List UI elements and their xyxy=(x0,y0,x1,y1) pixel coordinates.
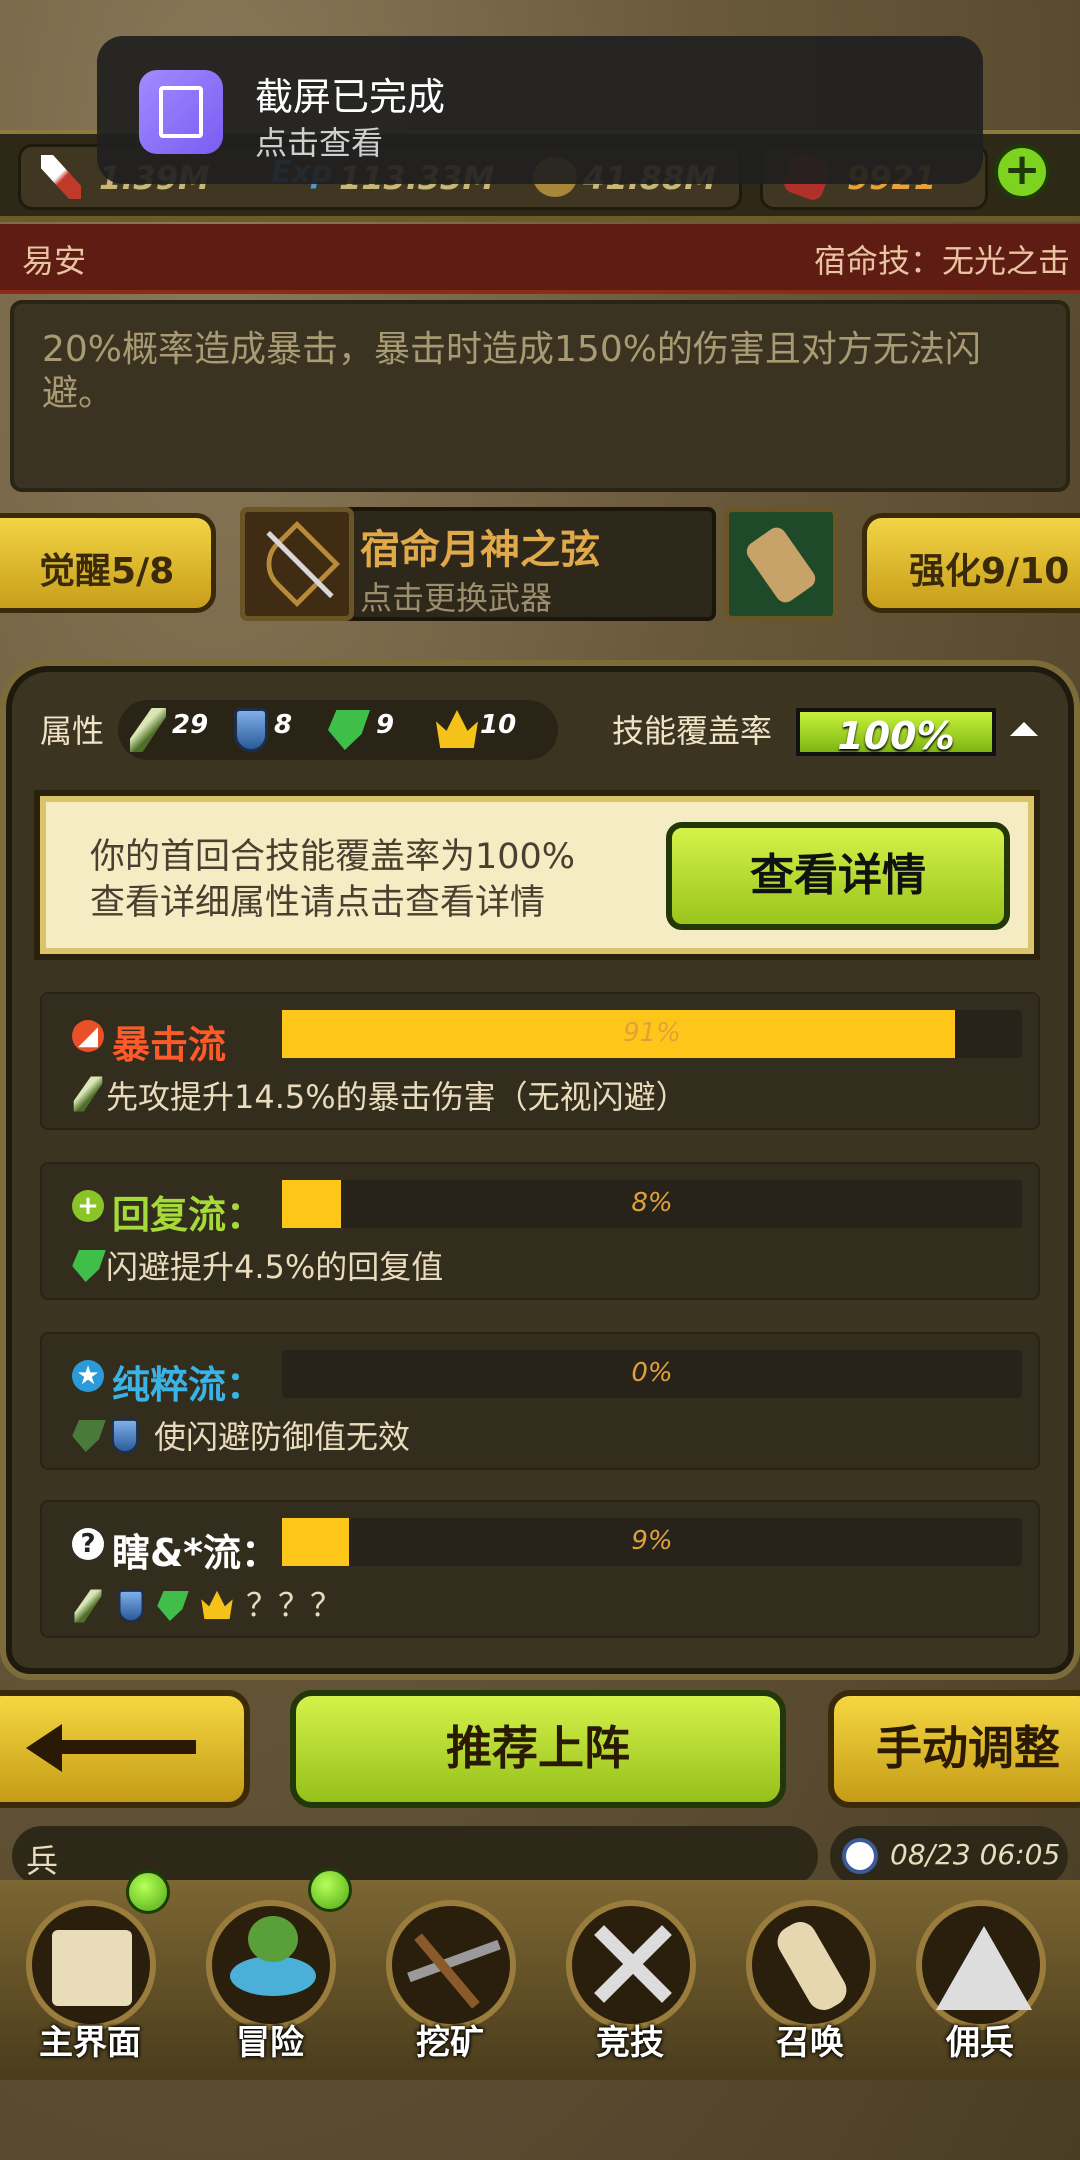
crown-icon xyxy=(201,1590,233,1620)
flow-title: 回复流： xyxy=(112,1193,265,1237)
bottom-nav: 主界面 冒险 挖矿 竞技 召唤 佣兵 xyxy=(0,1868,1080,2080)
flow-bar: 0% xyxy=(282,1350,1022,1398)
add-gems-button[interactable]: + xyxy=(994,144,1050,200)
notification-badge xyxy=(308,1868,352,1912)
hero-name: 易安 xyxy=(22,242,87,280)
notification-badge xyxy=(126,1870,170,1914)
flow-mystery: ? 瞎&*流： 9% ？？？ xyxy=(40,1500,1040,1638)
attributes-label: 属性 xyxy=(40,712,105,750)
tent-icon xyxy=(916,1900,1046,2030)
nav-main[interactable]: 主界面 xyxy=(10,1870,170,2070)
attr-gem: 9 xyxy=(376,710,395,740)
flow-percent: 0% xyxy=(631,1358,673,1388)
flow-title: 纯粹流： xyxy=(112,1363,265,1407)
flow-bar: 91% xyxy=(282,1010,1022,1058)
coverage-label: 技能覆盖率 xyxy=(612,712,773,750)
gem-icon xyxy=(72,1250,106,1282)
collapse-caret-icon[interactable] xyxy=(1010,722,1038,736)
enhance-label: 强化9/10 xyxy=(909,551,1070,592)
flow-title: 瞎&*流： xyxy=(112,1531,280,1575)
fate-skill: 宿命技：无光之击 xyxy=(813,242,1070,280)
weapon-name: 宿命月神之弦 xyxy=(360,527,600,573)
attr-shield: 8 xyxy=(274,710,293,740)
summon-scroll-icon xyxy=(746,1900,876,2030)
map-scroll-icon xyxy=(26,1900,156,2030)
island-icon xyxy=(206,1900,336,2030)
recommend-button[interactable]: 推荐上阵 xyxy=(290,1690,786,1808)
screenshot-notification[interactable]: 截屏已完成 点击查看 xyxy=(97,36,983,184)
sword-icon xyxy=(74,1589,102,1623)
flow-bar: 8% xyxy=(282,1180,1022,1228)
notification-subtitle: 点击查看 xyxy=(255,124,384,162)
nav-summon[interactable]: 召唤 xyxy=(730,1890,890,2070)
attributes-chip: 29 8 9 10 xyxy=(118,700,558,760)
attr-crown: 10 xyxy=(480,710,517,740)
gem-icon xyxy=(72,1420,106,1452)
back-arrow-icon xyxy=(46,1740,196,1754)
manual-adjust-button[interactable]: 手动调整 xyxy=(828,1690,1080,1808)
flow-percent: 91% xyxy=(623,1018,681,1048)
skill-description: 20%概率造成暴击，暴击时造成150%的伤害且对方无法闪避。 xyxy=(42,329,981,414)
time-box: 08/23 06:05 xyxy=(830,1826,1068,1886)
enhance-button[interactable]: 强化9/10 xyxy=(862,513,1080,613)
flow-percent: 9% xyxy=(631,1526,673,1556)
info-text: 你的首回合技能覆盖率为100% 查看详细属性请点击查看详情 xyxy=(90,834,575,926)
nav-mining[interactable]: 挖矿 xyxy=(370,1890,530,2070)
star-icon: ★ xyxy=(72,1360,104,1392)
info-line-1: 你的首回合技能覆盖率为100% xyxy=(90,837,576,877)
flow-heal: + 回复流： 8% 闪避提升4.5%的回复值 xyxy=(40,1162,1040,1300)
shield-icon xyxy=(234,708,268,752)
nav-adventure[interactable]: 冒险 xyxy=(190,1868,352,2070)
shield-icon xyxy=(118,1589,144,1623)
nav-label: 挖矿 xyxy=(416,2023,484,2063)
flow-percent: 8% xyxy=(631,1188,673,1218)
hero-bar: 易安 宿命技：无光之击 xyxy=(0,224,1080,294)
back-button[interactable] xyxy=(0,1690,250,1808)
nav-label: 佣兵 xyxy=(946,2023,1014,2063)
gem-icon xyxy=(328,710,370,750)
crossed-swords-icon xyxy=(566,1900,696,2030)
sword-icon xyxy=(41,155,81,199)
flow-bar: 9% xyxy=(282,1518,1022,1566)
nav-label: 竞技 xyxy=(596,2023,664,2063)
nav-label: 主界面 xyxy=(39,2023,141,2063)
nav-label: 冒险 xyxy=(236,2023,304,2063)
scroll-bundle-icon[interactable] xyxy=(724,507,838,621)
heal-plus-icon: + xyxy=(72,1190,104,1222)
clock-icon xyxy=(842,1838,878,1874)
chat-text: 兵 xyxy=(26,1842,59,1880)
bow-icon xyxy=(240,507,354,621)
info-line-2: 查看详细属性请点击查看详情 xyxy=(90,883,546,923)
nav-arena[interactable]: 竞技 xyxy=(550,1890,710,2070)
flow-title: 暴击流 xyxy=(112,1023,227,1067)
awaken-label: 觉醒5/8 xyxy=(39,551,175,592)
attr-sword: 29 xyxy=(172,710,209,740)
pickaxe-icon xyxy=(386,1900,516,2030)
flow-desc: 使闪避防御值无效 xyxy=(154,1418,411,1456)
sword-icon xyxy=(73,1076,103,1112)
notification-title: 截屏已完成 xyxy=(255,75,446,119)
flow-crit: ◢ 暴击流 91% 先攻提升14.5%的暴击伤害（无视闪避） xyxy=(40,992,1040,1130)
nav-mercenary[interactable]: 佣兵 xyxy=(900,1890,1060,2070)
flow-pure: ★ 纯粹流： 0% 使闪避防御值无效 xyxy=(40,1332,1040,1470)
awaken-button[interactable]: 觉醒5/8 xyxy=(0,513,216,613)
question-icon: ? xyxy=(72,1528,104,1560)
view-details-button[interactable]: 查看详情 xyxy=(666,822,1010,930)
crown-icon xyxy=(436,710,478,748)
change-weapon-hint[interactable]: 点击更换武器 xyxy=(360,573,552,619)
coverage-bar: 100% xyxy=(796,708,996,758)
weapon-row: 觉醒5/8 宿命月神之弦 点击更换武器 强化9/10 xyxy=(0,505,1080,623)
gem-icon xyxy=(157,1591,189,1621)
skill-description-box: 20%概率造成暴击，暴击时造成150%的伤害且对方无法闪避。 xyxy=(10,300,1070,492)
coverage-percent: 100% xyxy=(837,714,955,758)
flow-desc: 先攻提升14.5%的暴击伤害（无视闪避） xyxy=(106,1078,688,1116)
sword-icon xyxy=(130,708,166,752)
screenshot-icon xyxy=(139,70,223,154)
flow-desc: 闪避提升4.5%的回复值 xyxy=(106,1248,444,1286)
nav-label: 召唤 xyxy=(776,2023,844,2063)
flow-desc: ？？？ xyxy=(246,1586,343,1624)
time-text: 08/23 06:05 xyxy=(890,1838,1061,1871)
shield-icon xyxy=(111,1418,139,1454)
crit-icon: ◢ xyxy=(72,1020,104,1052)
